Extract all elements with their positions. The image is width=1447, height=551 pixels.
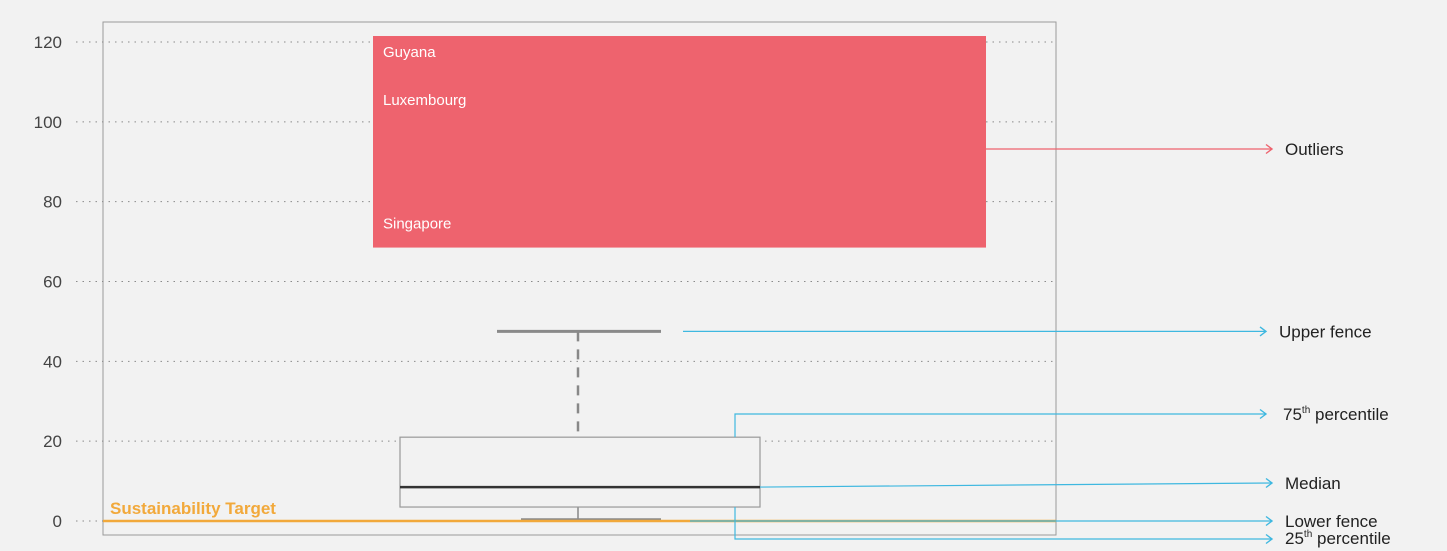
y-tick-label: 60 xyxy=(43,273,62,292)
outlier-region xyxy=(373,36,986,248)
outliers-annotation: Outliers xyxy=(1285,140,1344,159)
q3-annotation: 75th percentile xyxy=(1283,405,1389,424)
y-tick-label: 100 xyxy=(34,113,62,132)
outlier-label: Luxembourg xyxy=(383,92,466,109)
upper-fence-annotation: Upper fence xyxy=(1279,322,1372,341)
target-label: Sustainability Target xyxy=(110,499,276,518)
outlier-label: Singapore xyxy=(383,216,451,233)
median-annotation: Median xyxy=(1285,474,1341,493)
iqr-box xyxy=(399,436,761,508)
y-tick-label: 40 xyxy=(43,352,62,371)
outlier-label: Guyana xyxy=(383,44,436,61)
q1-annotation: 25th percentile xyxy=(1285,529,1391,548)
y-tick-label: 80 xyxy=(43,193,62,212)
y-tick-label: 0 xyxy=(53,512,62,531)
box-plot-chart: 0 20 40 60 80 100 120 Guyana Luxembourg Singapor… xyxy=(0,0,1447,551)
y-tick-label: 120 xyxy=(34,33,62,52)
y-tick-label: 20 xyxy=(43,432,62,451)
